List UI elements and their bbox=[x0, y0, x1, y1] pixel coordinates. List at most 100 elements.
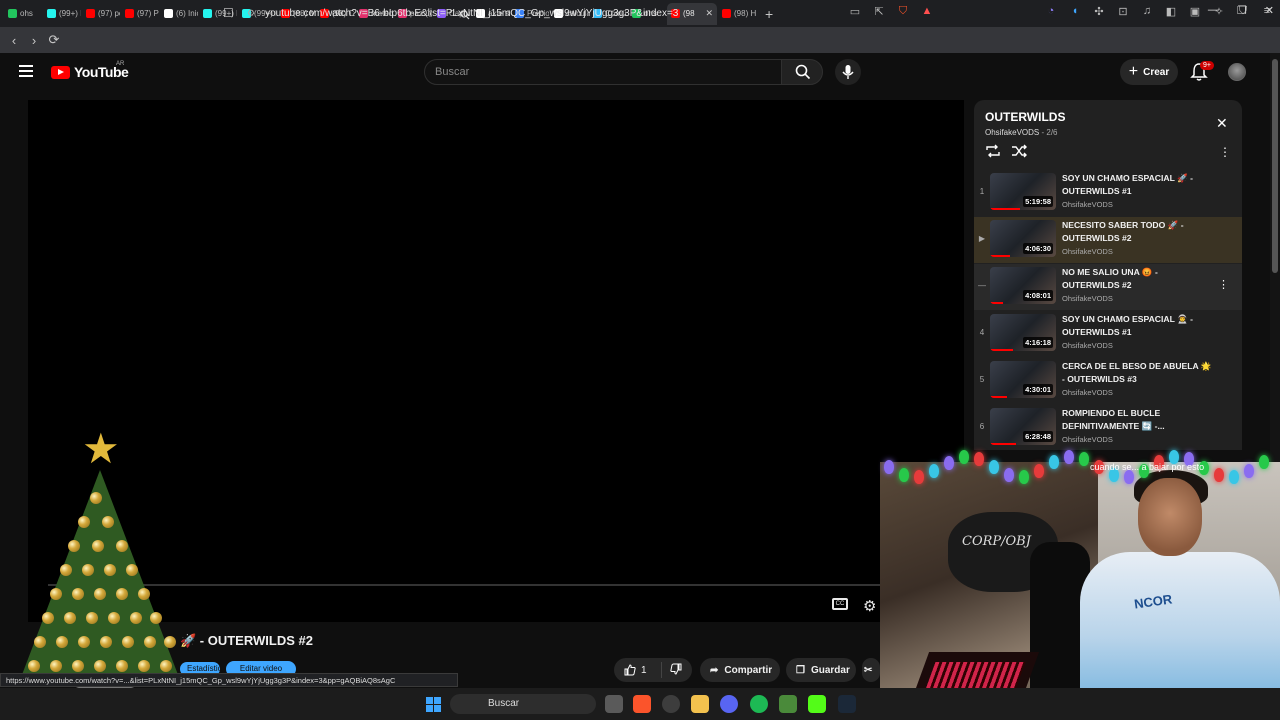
light-bulb-icon bbox=[914, 470, 924, 484]
cast-icon[interactable]: ▭ bbox=[848, 5, 862, 19]
wallet-icon[interactable]: ◖ bbox=[1068, 5, 1082, 19]
search-button[interactable] bbox=[781, 59, 823, 85]
wallet2-icon[interactable]: ▣ bbox=[1188, 5, 1202, 19]
screenshot-icon[interactable]: ⊡ bbox=[1116, 5, 1130, 19]
tab-favicon-icon bbox=[8, 9, 17, 18]
back-icon[interactable]: ‹ bbox=[4, 33, 24, 48]
bookmark-icon[interactable]: ☐ bbox=[223, 6, 234, 20]
ornament-icon bbox=[130, 612, 142, 624]
spotify-icon[interactable] bbox=[750, 695, 768, 713]
playlist-item-index: 6 bbox=[979, 422, 985, 431]
settings-gear-icon[interactable]: ⚙ bbox=[863, 597, 876, 615]
video-thumbnail[interactable]: 4:06:30 bbox=[990, 220, 1056, 257]
taskbar-search-input[interactable]: Buscar bbox=[450, 694, 596, 714]
kick-icon[interactable] bbox=[808, 695, 826, 713]
playlist-item[interactable]: 1 5:19:58 SOY UN CHAMO ESPACIAL 🚀 - OUTERW… bbox=[974, 170, 1242, 216]
brave-shield-icon[interactable]: ⛉ bbox=[896, 5, 910, 19]
playlist-item[interactable]: — 4:08:01 NO ME SALIO UNA 😡 - OUTERWILDS #… bbox=[974, 264, 1242, 310]
account-avatar[interactable] bbox=[1228, 63, 1246, 81]
rewards-icon[interactable]: ▲ bbox=[920, 5, 934, 19]
bookmark-save-icon: ❐ bbox=[796, 664, 805, 676]
vpn-icon[interactable]: ⛉ bbox=[1236, 5, 1250, 19]
dislike-button[interactable] bbox=[662, 663, 682, 678]
playlist-item-title[interactable]: CERCA DE EL BESO DE ABUELA 🌟 - OUTERWILD… bbox=[1062, 360, 1212, 386]
playlist-item-channel[interactable]: OhsifakeVODS bbox=[1062, 247, 1113, 256]
playlist-item-title[interactable]: NO ME SALIO UNA 😡 - OUTERWILDS #2 bbox=[1062, 266, 1212, 292]
loop-icon[interactable] bbox=[985, 144, 1001, 158]
scrollbar-thumb[interactable] bbox=[1272, 59, 1278, 273]
browser-tab[interactable]: (99+) Ic bbox=[43, 3, 81, 25]
video-thumbnail[interactable]: 4:16:18 bbox=[990, 314, 1056, 351]
share-icon: ➦ bbox=[710, 664, 719, 676]
chrome-icon[interactable] bbox=[662, 695, 680, 713]
video-thumbnail[interactable]: 6:28:48 bbox=[990, 408, 1056, 445]
search-input[interactable]: Buscar bbox=[424, 59, 782, 85]
ai-icon[interactable]: ✧ bbox=[1212, 5, 1226, 19]
share-page-icon[interactable]: ⇱ bbox=[872, 5, 886, 19]
playlist-item-title[interactable]: SOY UN CHAMO ESPACIAL 🚀 - OUTERWILDS #1 bbox=[1062, 172, 1212, 198]
playlist-item[interactable]: 6 6:28:48 ROMPIENDO EL BUCLE DEFINITIVAMEN… bbox=[974, 405, 1242, 450]
ornament-icon bbox=[116, 660, 128, 672]
video-title: 🚀 - OUTERWILDS #2 bbox=[180, 633, 313, 648]
shuffle-icon[interactable] bbox=[1011, 144, 1027, 158]
clip-button[interactable]: ✂ bbox=[862, 658, 880, 682]
browser-tab[interactable]: (97) pe bbox=[82, 3, 120, 25]
forward-icon[interactable]: › bbox=[24, 33, 44, 48]
playlist-item-channel[interactable]: OhsifakeVODS bbox=[1062, 388, 1113, 397]
playlist-item-title[interactable]: ROMPIENDO EL BUCLE DEFINITIVAMENTE 🔄 -..… bbox=[1062, 407, 1212, 433]
extensions-icon[interactable]: ✣ bbox=[1092, 5, 1106, 19]
playlist-item-title[interactable]: NECESITO SABER TODO 🚀 - OUTERWILDS #2 bbox=[1062, 219, 1212, 245]
playlist-item-channel[interactable]: OhsifakeVODS bbox=[1062, 200, 1113, 209]
notification-count-badge: 9+ bbox=[1200, 61, 1214, 70]
steam-icon[interactable] bbox=[838, 695, 856, 713]
ornament-icon bbox=[78, 636, 90, 648]
playlist-title[interactable]: OUTERWILDS bbox=[985, 110, 1065, 124]
playlist-item[interactable]: 5 4:30:01 CERCA DE EL BESO DE ABUELA 🌟 - O… bbox=[974, 358, 1242, 404]
playlist-item[interactable]: ▶ 4:06:30 NECESITO SABER TODO 🚀 - OUTERWIL… bbox=[974, 217, 1242, 263]
discord-icon[interactable] bbox=[720, 695, 738, 713]
ornament-icon bbox=[92, 540, 104, 552]
like-button[interactable]: 1 bbox=[614, 662, 662, 678]
tab-favicon-icon bbox=[203, 9, 212, 18]
playlist-item-index: 5 bbox=[979, 375, 985, 384]
menu-icon[interactable]: ≡ bbox=[1260, 5, 1274, 19]
share-button[interactable]: ➦ Compartir bbox=[700, 658, 780, 682]
video-progress-bar[interactable] bbox=[48, 584, 928, 586]
app-icon[interactable] bbox=[779, 695, 797, 713]
light-bulb-icon bbox=[1049, 455, 1059, 469]
ornament-icon bbox=[126, 564, 138, 576]
site-info-icon[interactable]: ⚙ bbox=[247, 8, 255, 19]
task-view-icon[interactable] bbox=[605, 695, 623, 713]
video-thumbnail[interactable]: 4:30:01 bbox=[990, 361, 1056, 398]
brave-browser-icon[interactable] bbox=[633, 695, 651, 713]
ornament-icon bbox=[138, 588, 150, 600]
playlist-channel[interactable]: OhsifakeVODS bbox=[985, 128, 1039, 137]
hamburger-menu-icon[interactable] bbox=[19, 65, 33, 77]
more-options-icon[interactable]: ⋮ bbox=[1219, 145, 1231, 159]
playlist-item[interactable]: 4 4:16:18 SOY UN CHAMO ESPACIAL 👨‍🚀 - OUTE… bbox=[974, 311, 1242, 357]
sidebar-icon[interactable]: ◧ bbox=[1164, 5, 1178, 19]
playlist-item-channel[interactable]: OhsifakeVODS bbox=[1062, 341, 1113, 350]
windows-start-icon[interactable] bbox=[426, 697, 441, 712]
reload-icon[interactable]: ⟳ bbox=[44, 32, 64, 48]
create-button[interactable]: + Crear bbox=[1120, 59, 1178, 85]
browser-tab[interactable]: ohs bbox=[4, 3, 42, 25]
file-explorer-icon[interactable] bbox=[691, 695, 709, 713]
item-more-icon[interactable]: ⋮ bbox=[1218, 278, 1229, 291]
playlist-item-channel[interactable]: OhsifakeVODS bbox=[1062, 435, 1113, 444]
scissors-icon: ✂ bbox=[864, 664, 873, 676]
media-icon[interactable]: ♫ bbox=[1140, 5, 1154, 19]
browser-tab[interactable]: (97) PR bbox=[121, 3, 159, 25]
ornament-icon bbox=[78, 516, 90, 528]
save-button[interactable]: ❐ Guardar bbox=[786, 658, 856, 682]
video-thumbnail[interactable]: 4:08:01 bbox=[990, 267, 1056, 304]
browser-tab[interactable]: (6) Inici bbox=[160, 3, 198, 25]
leo-icon[interactable]: ◔ bbox=[1044, 5, 1058, 19]
playlist-item-title[interactable]: SOY UN CHAMO ESPACIAL 👨‍🚀 - OUTERWILDS #… bbox=[1062, 313, 1212, 339]
ornament-icon bbox=[28, 660, 40, 672]
playlist-item-channel[interactable]: OhsifakeVODS bbox=[1062, 294, 1113, 303]
voice-search-button[interactable] bbox=[835, 59, 861, 85]
close-icon[interactable]: ✕ bbox=[1216, 115, 1228, 132]
subtitles-icon[interactable]: CC bbox=[832, 598, 848, 610]
video-thumbnail[interactable]: 5:19:58 bbox=[990, 173, 1056, 210]
